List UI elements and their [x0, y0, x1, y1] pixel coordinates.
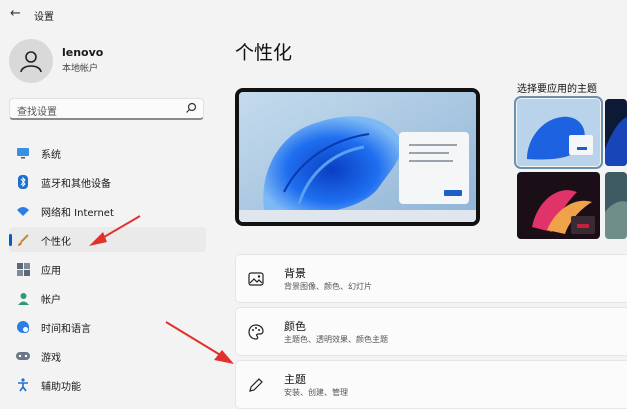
card-subtitle: 安装、创建、管理: [284, 388, 348, 397]
sidebar-item-apps[interactable]: 应用: [9, 256, 206, 281]
search-icon[interactable]: [185, 102, 197, 114]
accessibility-icon: [16, 378, 30, 392]
gamepad-icon: [16, 349, 30, 363]
pen-icon: [249, 378, 263, 392]
monitor-icon: [16, 146, 30, 160]
avatar[interactable]: [9, 39, 53, 83]
sidebar-item-label: 辅助功能: [41, 382, 81, 393]
search-input[interactable]: 查找设置: [9, 98, 204, 120]
apps-icon: [16, 262, 30, 276]
sidebar-item-bluetooth[interactable]: 蓝牙和其他设备: [9, 169, 206, 194]
brush-icon: [16, 233, 30, 247]
theme-tile-glow[interactable]: [517, 172, 600, 239]
card-title: 主题: [284, 373, 306, 386]
annotation-arrow-icon: [165, 321, 234, 364]
sidebar-item-label: 时间和语言: [41, 324, 91, 335]
card-colors[interactable]: 颜色 主题色、透明效果、颜色主题: [235, 307, 627, 356]
card-themes[interactable]: 主题 安装、创建、管理: [235, 360, 627, 409]
sidebar-item-label: 帐户: [41, 295, 61, 306]
sidebar-item-label: 蓝牙和其他设备: [41, 179, 111, 190]
themes-section-title: 选择要应用的主题: [517, 84, 597, 95]
theme-tile-captured-motion[interactable]: [605, 172, 627, 239]
card-title: 背景: [284, 267, 306, 280]
app-title: 设置: [34, 12, 54, 23]
user-name: lenovo: [62, 46, 104, 59]
wifi-icon: [16, 204, 30, 218]
theme-preview: [235, 88, 480, 226]
main-content: 个性化 选择要应用的主题 背景 背景图像、颜色、幻灯片 颜色 主题色、透明效果、…: [215, 28, 627, 409]
sidebar-item-label: 应用: [41, 266, 61, 277]
image-icon: [248, 272, 264, 286]
page-title: 个性化: [235, 42, 293, 64]
sidebar-item-accounts[interactable]: 帐户: [9, 285, 206, 310]
card-title: 颜色: [284, 320, 306, 333]
person-icon: [16, 291, 30, 305]
sidebar-item-label: 个性化: [41, 237, 71, 248]
sidebar-item-accessibility[interactable]: 辅助功能: [9, 372, 206, 397]
sidebar-item-system[interactable]: 系统: [9, 140, 206, 165]
bluetooth-icon: [16, 175, 30, 189]
selection-indicator: [9, 234, 12, 246]
title-bar: ← 设置: [0, 0, 627, 28]
theme-tile-windows-dark[interactable]: [605, 99, 627, 166]
sidebar-item-label: 系统: [41, 150, 61, 161]
person-icon: [20, 51, 42, 73]
card-background[interactable]: 背景 背景图像、颜色、幻灯片: [235, 254, 627, 303]
account-type: 本地帐户: [62, 64, 99, 74]
palette-icon: [248, 324, 264, 340]
card-subtitle: 背景图像、颜色、幻灯片: [284, 282, 372, 291]
globe-clock-icon: [16, 320, 30, 334]
back-arrow-icon[interactable]: ←: [10, 6, 21, 21]
sidebar-item-label: 游戏: [41, 353, 61, 364]
theme-tile-windows-light[interactable]: [514, 96, 603, 169]
search-placeholder: 查找设置: [17, 107, 57, 118]
card-subtitle: 主题色、透明效果、颜色主题: [284, 335, 388, 344]
annotation-arrow-icon: [89, 215, 141, 246]
